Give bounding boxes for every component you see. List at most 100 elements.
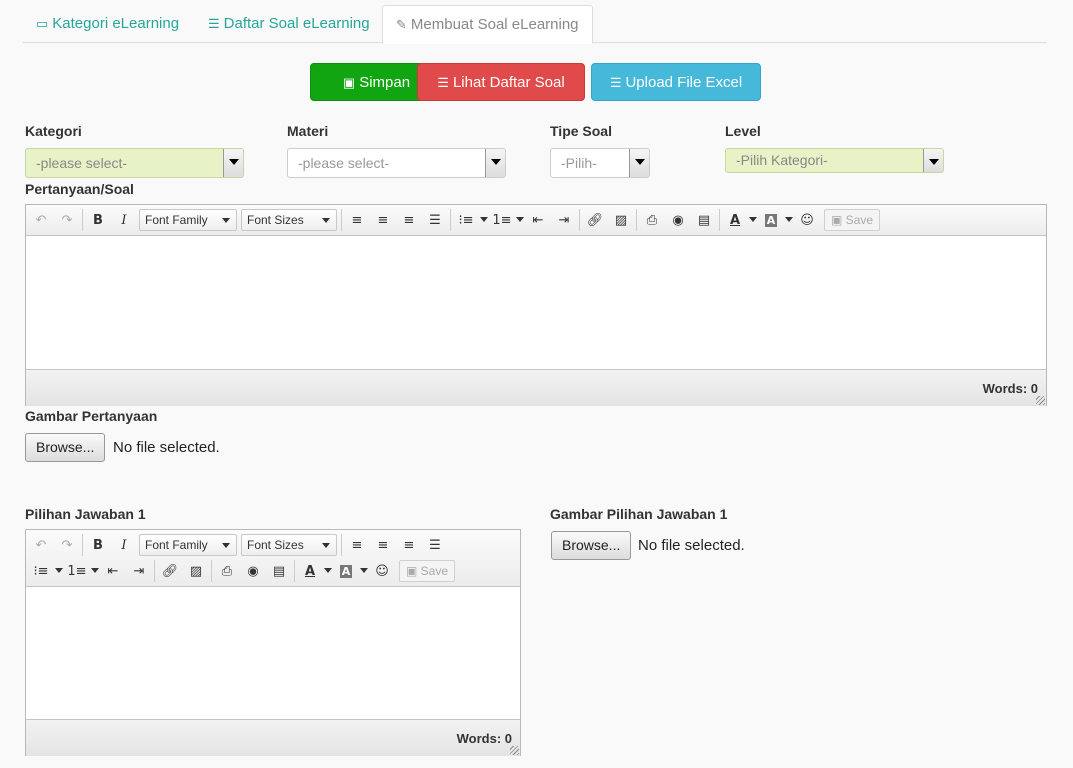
media-icon[interactable]: ▤: [266, 560, 292, 582]
chevron-down-icon[interactable]: [90, 560, 100, 582]
materi-select[interactable]: -please select-: [287, 148, 506, 178]
emoticon-icon[interactable]: ☺: [369, 560, 395, 582]
jawaban1-label: Pilihan Jawaban 1: [25, 506, 146, 522]
editor-statusbar: Words: 0: [26, 719, 520, 756]
save-label: Simpan: [359, 74, 411, 91]
preview-eye-icon[interactable]: ◉: [240, 560, 266, 582]
laptop-icon: ▭: [36, 16, 49, 31]
chevron-down-icon[interactable]: [784, 209, 794, 231]
italic-icon[interactable]: I: [111, 209, 137, 231]
floppy-icon: ▣: [831, 213, 846, 227]
tab-label: Daftar Soal eLearning: [223, 15, 370, 32]
answer1-editor: ↶ ↷ B I Font Family Font Sizes ≡ ≡ ≡ ☰ ⁝…: [25, 529, 521, 756]
materi-value: -please select-: [298, 155, 390, 171]
browse-button[interactable]: Browse...: [551, 531, 632, 560]
redo-icon[interactable]: ↷: [54, 534, 80, 556]
upload-excel-button[interactable]: ☰ Upload File Excel: [591, 63, 761, 101]
floppy-icon: ▣: [342, 75, 356, 90]
browse-button[interactable]: Browse...: [25, 433, 106, 462]
pencil-icon: ✎: [396, 17, 407, 32]
list-icon: ☰: [609, 75, 622, 90]
editor-save-label: Save: [845, 213, 874, 227]
align-justify-icon[interactable]: ☰: [422, 209, 448, 231]
view-questions-button[interactable]: ☰ Lihat Daftar Soal: [417, 63, 585, 101]
media-icon[interactable]: ▤: [691, 209, 717, 231]
kategori-select[interactable]: -please select-: [25, 148, 244, 178]
bold-icon[interactable]: B: [85, 209, 111, 231]
numbered-list-icon[interactable]: 1≡: [489, 209, 515, 231]
font-family-dropdown[interactable]: Font Family: [139, 534, 237, 556]
resize-grip-icon[interactable]: [1036, 396, 1045, 405]
align-left-icon[interactable]: ≡: [344, 209, 370, 231]
tab-daftar-soal[interactable]: ☰ Daftar Soal eLearning: [195, 5, 383, 43]
font-size-dropdown[interactable]: Font Sizes: [241, 209, 337, 231]
tab-label: Kategori eLearning: [52, 15, 180, 32]
answer1-text-area[interactable]: [26, 587, 520, 719]
outdent-icon[interactable]: ⇤: [525, 209, 551, 231]
redo-icon[interactable]: ↷: [54, 209, 80, 231]
chevron-down-icon[interactable]: [54, 560, 64, 582]
divider: [154, 560, 155, 582]
divider: [82, 534, 83, 556]
background-color-icon[interactable]: A: [333, 560, 359, 582]
bullet-list-icon[interactable]: ⁝≡: [28, 560, 54, 582]
tab-kategori[interactable]: ▭ Kategori eLearning: [23, 5, 192, 43]
kategori-value: -please select-: [36, 155, 128, 171]
level-select[interactable]: -Pilih Kategori-: [725, 148, 944, 173]
question-text-area[interactable]: [26, 236, 1046, 369]
background-color-icon[interactable]: A: [758, 209, 784, 231]
indent-icon[interactable]: ⇥: [551, 209, 577, 231]
print-icon[interactable]: ⎙: [214, 560, 240, 582]
tipe-soal-select[interactable]: -Pilih-: [550, 148, 650, 178]
chevron-down-icon: [923, 149, 943, 172]
word-count: Words: 0: [982, 381, 1038, 396]
align-center-icon[interactable]: ≡: [370, 209, 396, 231]
undo-icon[interactable]: ↶: [28, 534, 54, 556]
divider: [341, 534, 342, 556]
align-right-icon[interactable]: ≡: [396, 209, 422, 231]
divider: [341, 209, 342, 231]
chevron-down-icon: [485, 149, 505, 177]
level-value: -Pilih Kategori-: [736, 152, 828, 168]
bullet-list-icon[interactable]: ⁝≡: [453, 209, 479, 231]
print-icon[interactable]: ⎙: [639, 209, 665, 231]
italic-icon[interactable]: I: [111, 534, 137, 556]
chevron-down-icon[interactable]: [479, 209, 489, 231]
indent-icon[interactable]: ⇥: [126, 560, 152, 582]
image-icon[interactable]: ▨: [183, 560, 209, 582]
editor-save-button[interactable]: ▣ Save: [824, 209, 881, 231]
align-center-icon[interactable]: ≡: [370, 534, 396, 556]
align-right-icon[interactable]: ≡: [396, 534, 422, 556]
chevron-down-icon[interactable]: [359, 560, 369, 582]
outdent-icon[interactable]: ⇤: [100, 560, 126, 582]
gambar-jawaban1-label: Gambar Pilihan Jawaban 1: [550, 506, 728, 522]
image-icon[interactable]: ▨: [608, 209, 634, 231]
level-label: Level: [725, 123, 761, 139]
link-icon[interactable]: 🔗︎: [582, 209, 608, 231]
tipe-soal-label: Tipe Soal: [550, 123, 612, 139]
editor-save-button[interactable]: ▣ Save: [399, 560, 456, 582]
chevron-down-icon[interactable]: [748, 209, 758, 231]
bold-icon[interactable]: B: [85, 534, 111, 556]
align-justify-icon[interactable]: ☰: [422, 534, 448, 556]
text-color-icon[interactable]: A: [297, 560, 323, 582]
editor-save-label: Save: [420, 564, 449, 578]
chevron-down-icon[interactable]: [323, 560, 333, 582]
divider: [82, 209, 83, 231]
font-size-dropdown[interactable]: Font Sizes: [241, 534, 337, 556]
chevron-down-icon[interactable]: [515, 209, 525, 231]
emoticon-icon[interactable]: ☺: [794, 209, 820, 231]
text-color-icon[interactable]: A: [722, 209, 748, 231]
tab-label: Membuat Soal eLearning: [410, 16, 579, 33]
undo-icon[interactable]: ↶: [28, 209, 54, 231]
numbered-list-icon[interactable]: 1≡: [64, 560, 90, 582]
gambar-pertanyaan-label: Gambar Pertanyaan: [25, 408, 158, 424]
align-left-icon[interactable]: ≡: [344, 534, 370, 556]
chevron-down-icon: [223, 149, 243, 177]
font-family-dropdown[interactable]: Font Family: [139, 209, 237, 231]
chevron-down-icon: [629, 149, 649, 177]
resize-grip-icon[interactable]: [510, 746, 519, 755]
tab-membuat-soal[interactable]: ✎ Membuat Soal eLearning: [382, 5, 593, 44]
preview-eye-icon[interactable]: ◉: [665, 209, 691, 231]
link-icon[interactable]: 🔗︎: [157, 560, 183, 582]
